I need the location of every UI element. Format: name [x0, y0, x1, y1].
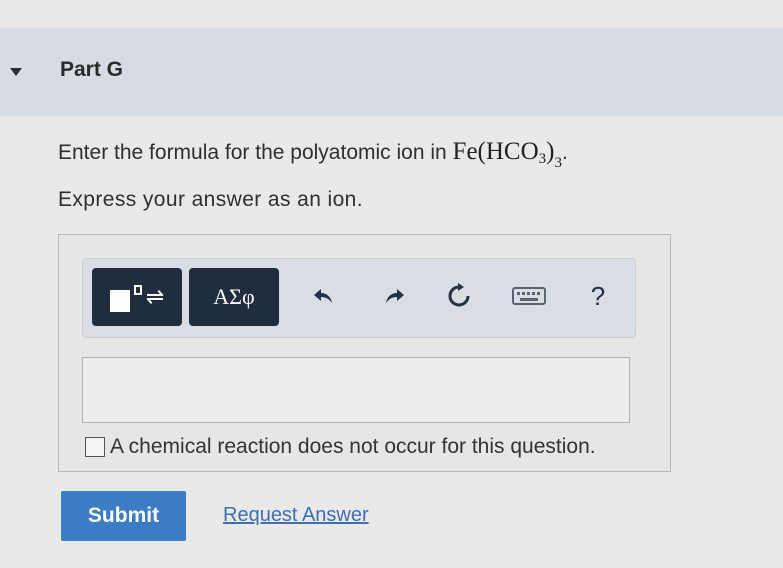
- no-reaction-checkbox[interactable]: [85, 437, 105, 457]
- reset-icon[interactable]: [444, 280, 474, 312]
- help-button[interactable]: ?: [583, 280, 613, 312]
- request-answer-link[interactable]: Request Answer: [223, 504, 369, 527]
- templates-icon: ⇌: [109, 282, 164, 312]
- chemical-formula: Fe(HCO3)3: [452, 138, 562, 171]
- part-title: Part G: [60, 58, 124, 81]
- no-reaction-label[interactable]: A chemical reaction does not occur for t…: [110, 435, 596, 459]
- templates-button[interactable]: ⇌: [92, 268, 182, 326]
- answer-input[interactable]: [82, 357, 630, 423]
- question-prompt: Enter the formula for the polyatomic ion…: [58, 138, 568, 171]
- prompt-text: Enter the formula for the polyatomic ion…: [58, 141, 447, 164]
- keyboard-icon[interactable]: [511, 280, 547, 312]
- collapse-arrow-icon[interactable]: [10, 68, 22, 76]
- undo-icon[interactable]: [308, 280, 338, 312]
- submit-button[interactable]: Submit: [61, 491, 186, 541]
- symbols-button[interactable]: ΑΣφ: [189, 268, 279, 326]
- answer-instruction: Express your answer as an ion.: [58, 188, 363, 211]
- redo-icon[interactable]: [380, 280, 410, 312]
